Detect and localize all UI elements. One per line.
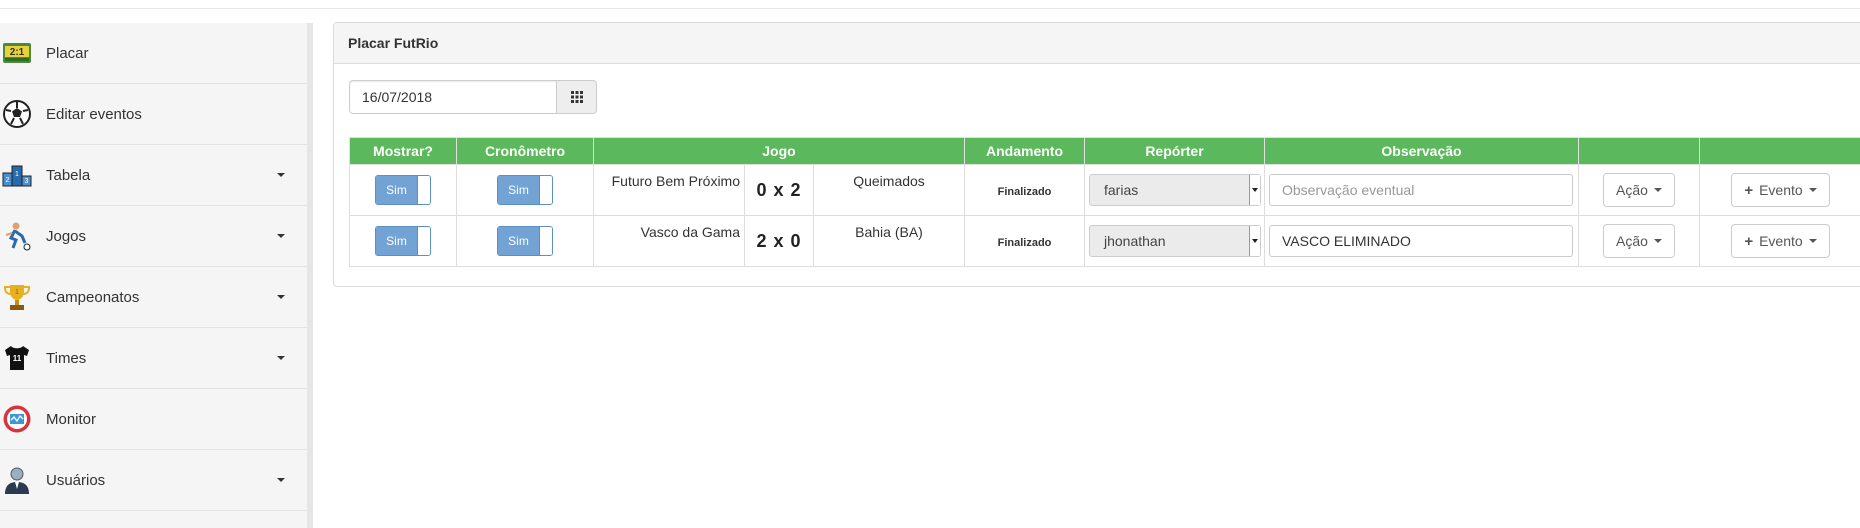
podium-icon: 12 3 — [2, 160, 32, 190]
trophy-icon: 1 — [2, 282, 32, 312]
select-arrow-icon — [1252, 239, 1258, 243]
sidebar-item-label: Usuários — [46, 471, 106, 489]
date-input[interactable] — [349, 80, 557, 114]
scoreboard-panel: Placar FutRio Mostrar? Cronômetro Jogo A… — [333, 22, 1860, 287]
chevron-down-icon — [277, 295, 285, 299]
home-team: Vasco da Gama — [640, 224, 740, 240]
game-status: Finalizado — [997, 186, 1052, 198]
away-team: Bahia (BA) — [855, 224, 923, 240]
calendar-grid-icon — [570, 91, 583, 103]
date-picker — [349, 80, 597, 114]
sidebar-item-tabela[interactable]: 12 3 Tabela — [0, 145, 307, 206]
sidebar-item-editar-eventos[interactable]: Editar eventos — [0, 84, 307, 145]
calendar-button[interactable] — [557, 80, 597, 114]
score: 0 x 2 — [756, 179, 802, 200]
reporter-select[interactable]: jhonathan — [1089, 225, 1261, 257]
table-row: Sim Sim Vasco da Gama 2 x 0 Bahia (BA) F… — [349, 215, 1860, 267]
mostrar-toggle[interactable]: Sim — [375, 175, 431, 205]
toggle-label: Sim — [498, 227, 539, 255]
reporter-select[interactable]: farias — [1089, 174, 1261, 206]
table-row: Sim Sim Futuro Bem Próximo 0 x 2 Queimad… — [349, 164, 1860, 216]
acao-label: Ação — [1616, 233, 1648, 249]
header-jogo: Jogo — [593, 137, 965, 165]
sidebar-item-label: Tabela — [46, 166, 91, 184]
svg-text:3: 3 — [25, 178, 29, 185]
away-team: Queimados — [853, 173, 925, 189]
select-arrow-icon — [1252, 188, 1258, 192]
sidebar-item-label: Campeonatos — [46, 288, 140, 306]
caret-down-icon — [1653, 239, 1662, 243]
acao-dropdown-button[interactable]: Ação — [1603, 224, 1675, 258]
score: 2 x 0 — [756, 230, 802, 251]
sidebar-item-times[interactable]: 11 Times — [0, 328, 307, 389]
svg-text:1: 1 — [15, 289, 19, 296]
svg-text:2: 2 — [6, 177, 10, 184]
header-cronometro: Cronômetro — [456, 137, 594, 165]
observation-input[interactable] — [1269, 225, 1573, 257]
games-table: Mostrar? Cronômetro Jogo Andamento Repór… — [349, 137, 1860, 267]
game-status: Finalizado — [997, 237, 1052, 249]
add-evento-button[interactable]: + Evento — [1731, 173, 1830, 207]
soccer-ball-icon — [2, 99, 32, 129]
header-evento — [1699, 137, 1860, 165]
sidebar-item-jogos[interactable]: Jogos — [0, 206, 307, 267]
home-team: Futuro Bem Próximo — [611, 173, 740, 189]
sidebar-item-campeonatos[interactable]: 1 Campeonatos — [0, 267, 307, 328]
caret-down-icon — [1653, 188, 1662, 192]
reporter-value: jhonathan — [1104, 233, 1166, 249]
sidebar-item-usuarios[interactable]: Usuários — [0, 450, 307, 511]
cronometro-toggle[interactable]: Sim — [497, 175, 553, 205]
cronometro-toggle[interactable]: Sim — [497, 226, 553, 256]
chevron-down-icon — [277, 478, 285, 482]
svg-text:2:1: 2:1 — [10, 47, 25, 58]
sidebar: 2:1 Placar Editar eventos 123 Tabela Jog… — [0, 23, 313, 528]
sidebar-item-label: Editar eventos — [46, 105, 142, 123]
panel-title: Placar FutRio — [334, 23, 1860, 64]
chevron-down-icon — [277, 356, 285, 360]
acao-label: Ação — [1616, 182, 1648, 198]
header-observacao: Observação — [1264, 137, 1579, 165]
svg-text:1: 1 — [15, 171, 19, 178]
acao-dropdown-button[interactable]: Ação — [1603, 173, 1675, 207]
header-acao — [1578, 137, 1700, 165]
sidebar-item-label: Placar — [46, 44, 89, 62]
sidebar-item-label: Times — [46, 349, 87, 367]
svg-text:11: 11 — [13, 354, 22, 363]
sidebar-item-label: Monitor — [46, 410, 97, 428]
plus-icon: + — [1744, 232, 1754, 250]
user-icon — [2, 465, 32, 495]
soccer-player-icon — [2, 221, 32, 251]
jersey-icon: 11 — [2, 343, 32, 373]
header-andamento: Andamento — [964, 137, 1085, 165]
plus-icon: + — [1744, 181, 1754, 199]
caret-down-icon — [1808, 188, 1817, 192]
mostrar-toggle[interactable]: Sim — [375, 226, 431, 256]
caret-down-icon — [1808, 239, 1817, 243]
header-mostrar: Mostrar? — [349, 137, 457, 165]
toggle-label: Sim — [376, 176, 417, 204]
observation-input[interactable] — [1269, 174, 1573, 206]
sidebar-item-label: Jogos — [46, 227, 87, 245]
evento-label: Evento — [1759, 233, 1803, 249]
sidebar-item-placar[interactable]: 2:1 Placar — [0, 23, 307, 84]
monitor-icon — [2, 404, 32, 434]
header-reporter: Repórter — [1084, 137, 1265, 165]
toggle-label: Sim — [376, 227, 417, 255]
reporter-value: farias — [1104, 182, 1139, 198]
chevron-down-icon — [277, 234, 285, 238]
sidebar-item-monitor[interactable]: Monitor — [0, 389, 307, 450]
add-evento-button[interactable]: + Evento — [1731, 224, 1830, 258]
evento-label: Evento — [1759, 182, 1803, 198]
scoreboard-icon: 2:1 — [2, 38, 32, 68]
chevron-down-icon — [277, 173, 285, 177]
table-header-row: Mostrar? Cronômetro Jogo Andamento Repór… — [349, 137, 1860, 165]
toggle-label: Sim — [498, 176, 539, 204]
top-navbar — [0, 0, 1860, 9]
